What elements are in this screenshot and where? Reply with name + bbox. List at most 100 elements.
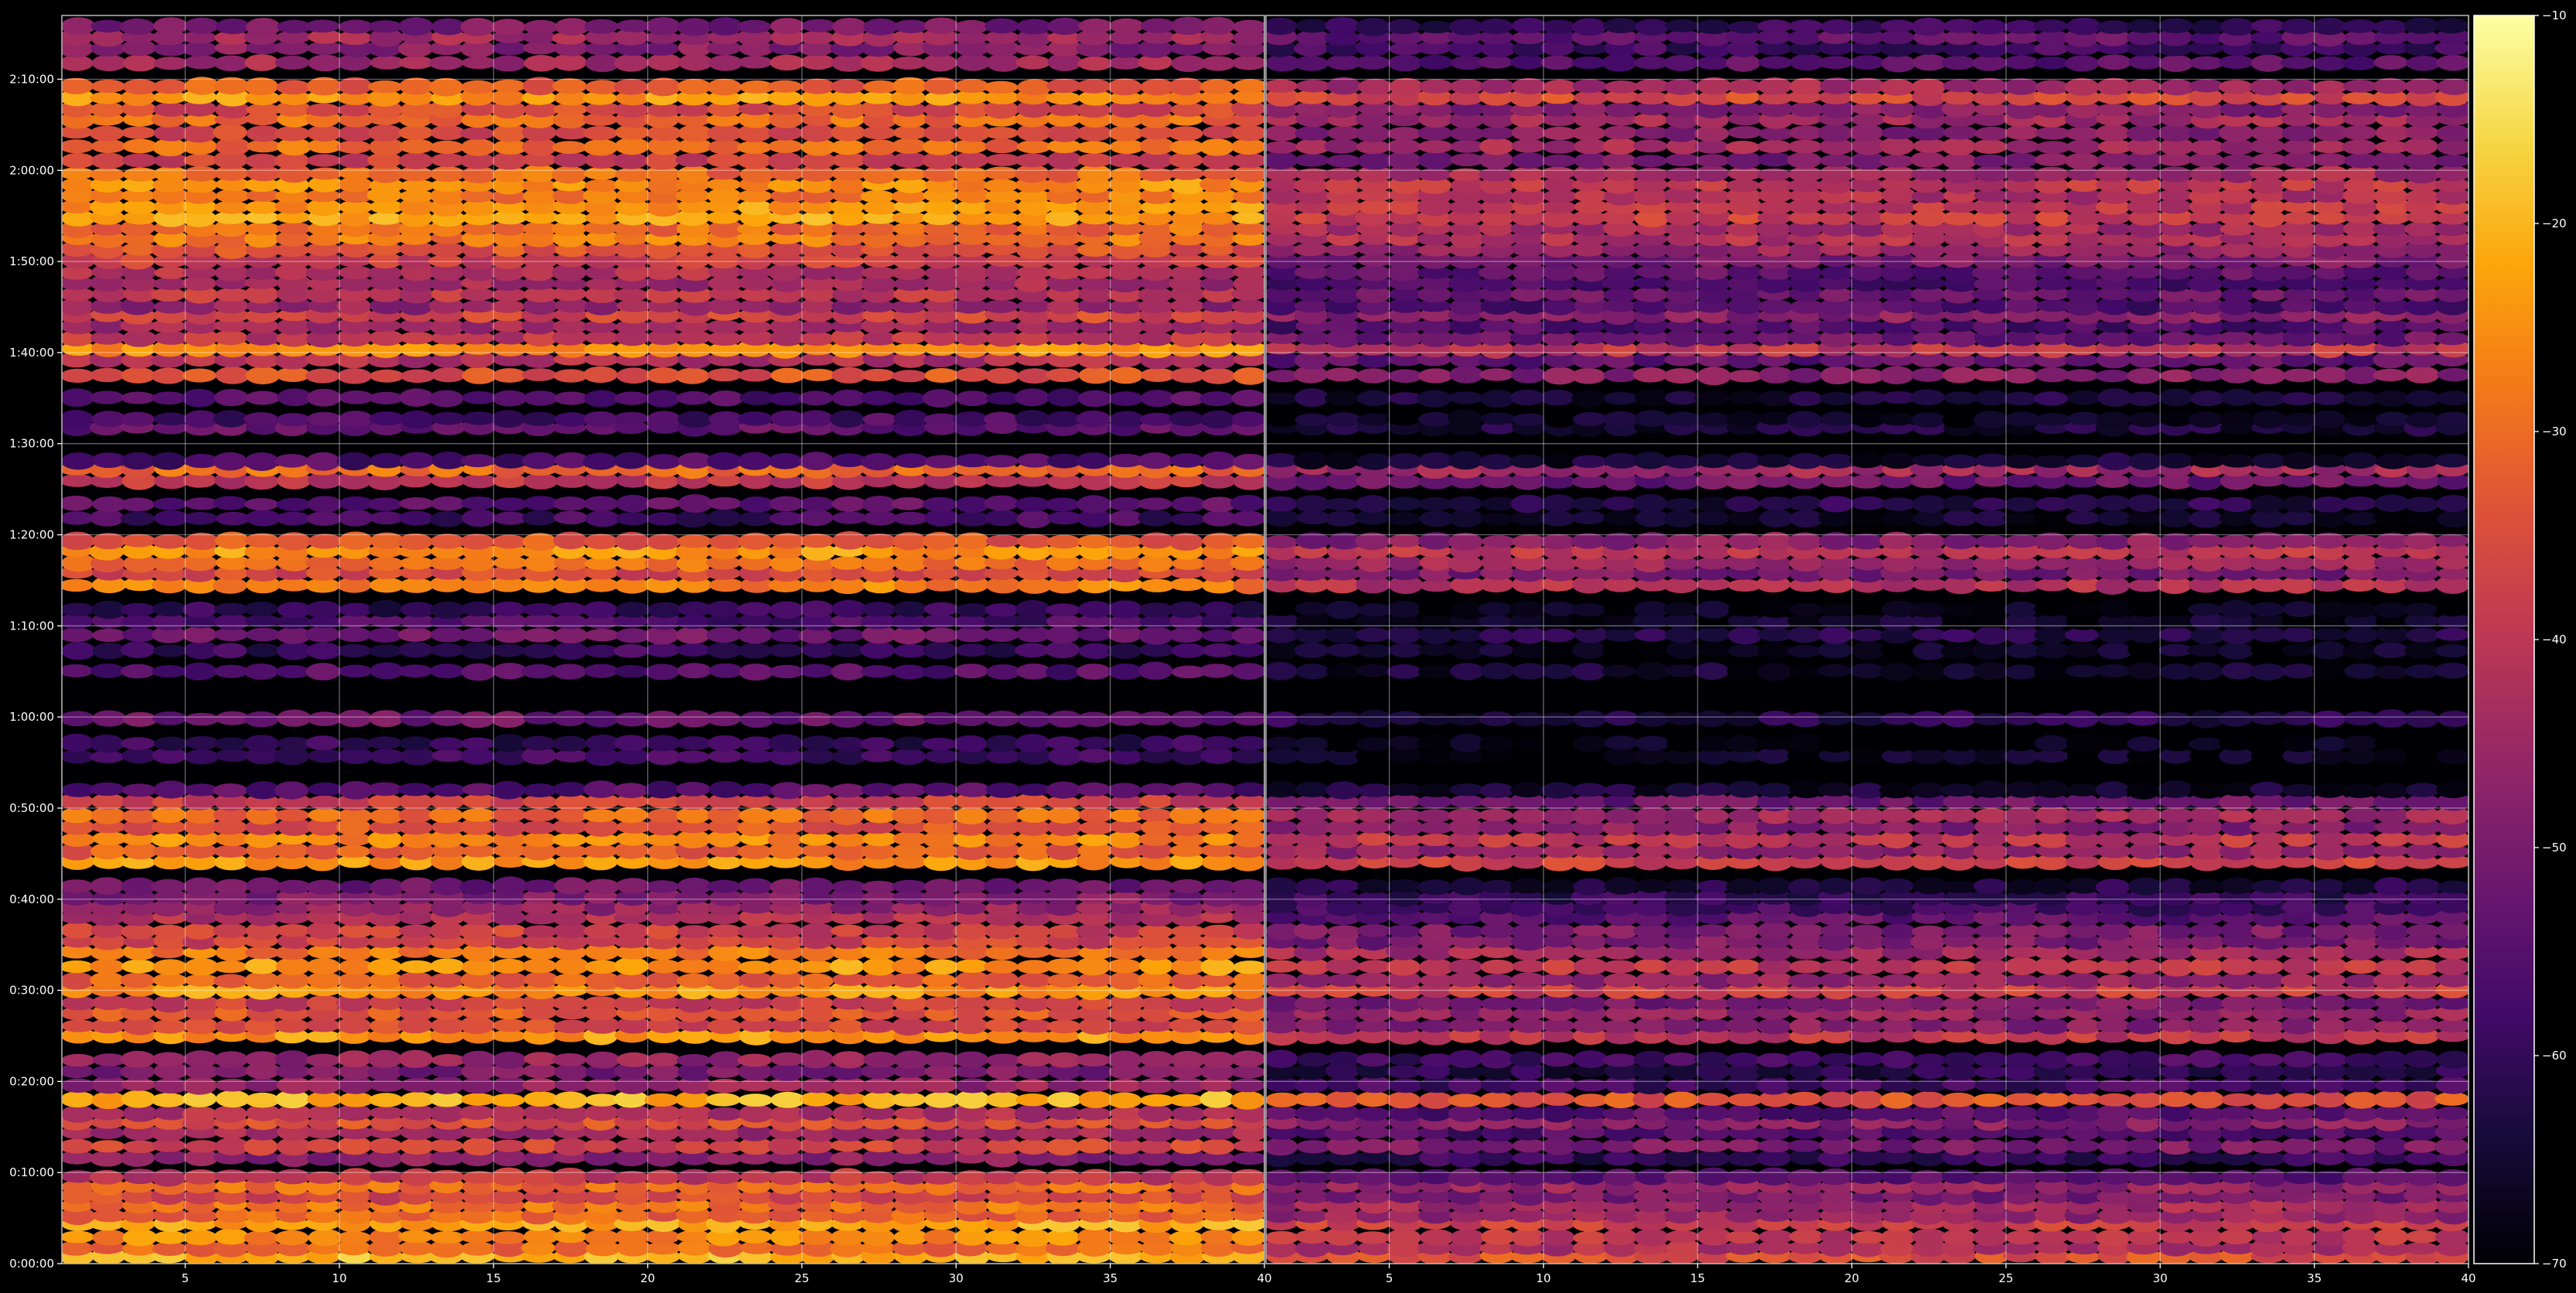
heatmap-cell bbox=[614, 665, 650, 678]
heatmap-cell bbox=[1540, 1229, 1575, 1247]
heatmap-cell bbox=[737, 643, 773, 659]
heatmap-cell bbox=[1725, 1230, 1761, 1244]
heatmap-cell bbox=[799, 960, 834, 974]
heatmap-cell bbox=[90, 1140, 125, 1153]
heatmap-cell bbox=[336, 844, 371, 858]
heatmap-cell bbox=[2312, 1018, 2347, 1035]
heatmap-cell bbox=[1076, 1107, 1111, 1121]
heatmap-cell bbox=[92, 628, 127, 643]
heatmap-cell bbox=[308, 808, 343, 822]
heatmap-cell bbox=[490, 781, 526, 800]
heatmap-cell bbox=[861, 266, 896, 280]
heatmap-cell bbox=[583, 534, 619, 550]
heatmap-cell bbox=[801, 368, 836, 381]
heatmap-cell bbox=[491, 19, 526, 36]
heatmap-cell bbox=[707, 735, 742, 752]
heatmap-cell bbox=[1230, 878, 1264, 894]
heatmap-cell bbox=[62, 368, 95, 383]
heatmap-cell bbox=[337, 77, 373, 95]
heatmap-cell bbox=[429, 242, 464, 258]
heatmap-cell bbox=[337, 709, 373, 728]
heatmap-cell bbox=[122, 153, 157, 168]
heatmap-cell bbox=[1077, 390, 1113, 408]
heatmap-cell bbox=[522, 783, 558, 798]
heatmap-cell bbox=[953, 922, 988, 940]
heatmap-cell bbox=[738, 56, 773, 69]
heatmap-cell bbox=[1664, 1138, 1700, 1153]
heatmap-cell bbox=[2189, 923, 2224, 938]
heatmap-cell bbox=[213, 410, 248, 428]
heatmap-cell bbox=[1076, 141, 1111, 154]
heatmap-cell bbox=[2219, 1229, 2254, 1245]
heatmap-cell bbox=[647, 411, 681, 428]
heatmap-cell bbox=[244, 1169, 279, 1184]
heatmap-cell bbox=[430, 153, 466, 168]
heatmap-cell bbox=[2342, 878, 2376, 895]
heatmap-cell bbox=[62, 1105, 96, 1123]
heatmap-cell bbox=[183, 1230, 218, 1246]
heatmap-cell bbox=[1046, 736, 1081, 750]
heatmap-cell bbox=[738, 368, 773, 382]
heatmap-cell bbox=[1231, 627, 1264, 644]
heatmap-cell bbox=[1232, 533, 1264, 549]
heatmap-cell bbox=[462, 391, 497, 404]
heatmap-cell bbox=[677, 973, 711, 988]
heatmap-cell bbox=[1786, 1050, 1822, 1067]
heatmap-cell bbox=[799, 664, 834, 678]
heatmap-cell bbox=[367, 782, 402, 797]
heatmap-cell bbox=[1169, 453, 1205, 468]
heatmap-cell bbox=[582, 452, 618, 470]
heatmap-cell bbox=[1419, 923, 1454, 940]
heatmap-cell bbox=[831, 599, 867, 618]
heatmap-cell bbox=[830, 1151, 865, 1166]
heatmap-cell bbox=[91, 710, 127, 727]
heatmap-cell bbox=[1017, 79, 1052, 96]
heatmap-cell bbox=[2435, 1076, 2469, 1094]
heatmap-cell bbox=[2097, 1093, 2132, 1107]
heatmap-cell bbox=[2097, 974, 2133, 988]
heatmap-cell bbox=[862, 534, 897, 549]
heatmap-cell bbox=[553, 627, 589, 644]
heatmap-cell bbox=[339, 1168, 374, 1186]
heatmap-cell bbox=[151, 1168, 186, 1187]
heatmap-cell bbox=[1232, 600, 1264, 619]
heatmap-cell bbox=[215, 1090, 251, 1108]
heatmap-cell bbox=[1572, 924, 1608, 937]
heatmap-cell bbox=[984, 627, 1019, 643]
heatmap-cell bbox=[120, 497, 155, 512]
heatmap-cell bbox=[953, 474, 988, 488]
heatmap-cell bbox=[1138, 1104, 1173, 1123]
heatmap-cell bbox=[1727, 1104, 1762, 1123]
heatmap-cell bbox=[1171, 925, 1206, 938]
heatmap-cell bbox=[769, 496, 804, 512]
heatmap-cell bbox=[552, 782, 588, 797]
heatmap-cell bbox=[90, 102, 125, 118]
heatmap-cell bbox=[1602, 1053, 1638, 1067]
heatmap-cell bbox=[707, 855, 742, 870]
heatmap-cell bbox=[2282, 1093, 2318, 1107]
heatmap-cell bbox=[398, 736, 434, 751]
heatmap-cell bbox=[799, 973, 834, 989]
heatmap-cell bbox=[1819, 844, 1854, 858]
heatmap-cell bbox=[2343, 1018, 2379, 1032]
heatmap-cell bbox=[891, 1017, 926, 1036]
heatmap-cell bbox=[151, 924, 186, 938]
heatmap-cell bbox=[1139, 167, 1174, 182]
heatmap-cell bbox=[1045, 497, 1080, 512]
heatmap-cell bbox=[429, 1169, 465, 1184]
heatmap-cell bbox=[583, 166, 619, 180]
heatmap-cell bbox=[62, 711, 95, 727]
heatmap-cell bbox=[2221, 1093, 2256, 1107]
heatmap-cell bbox=[1170, 1050, 1206, 1070]
heatmap-cell bbox=[1140, 735, 1175, 752]
heatmap-cell bbox=[491, 1231, 526, 1244]
heatmap-cell bbox=[1356, 892, 1391, 905]
heatmap-cell bbox=[769, 511, 804, 526]
heatmap-cell bbox=[398, 1049, 433, 1069]
heatmap-cell bbox=[2005, 996, 2040, 1010]
heatmap-cell bbox=[1108, 56, 1143, 70]
heatmap-cell bbox=[892, 392, 927, 406]
heatmap-cell bbox=[1107, 783, 1142, 799]
heatmap-cell bbox=[1388, 1053, 1424, 1066]
heatmap-cell bbox=[215, 1078, 250, 1092]
